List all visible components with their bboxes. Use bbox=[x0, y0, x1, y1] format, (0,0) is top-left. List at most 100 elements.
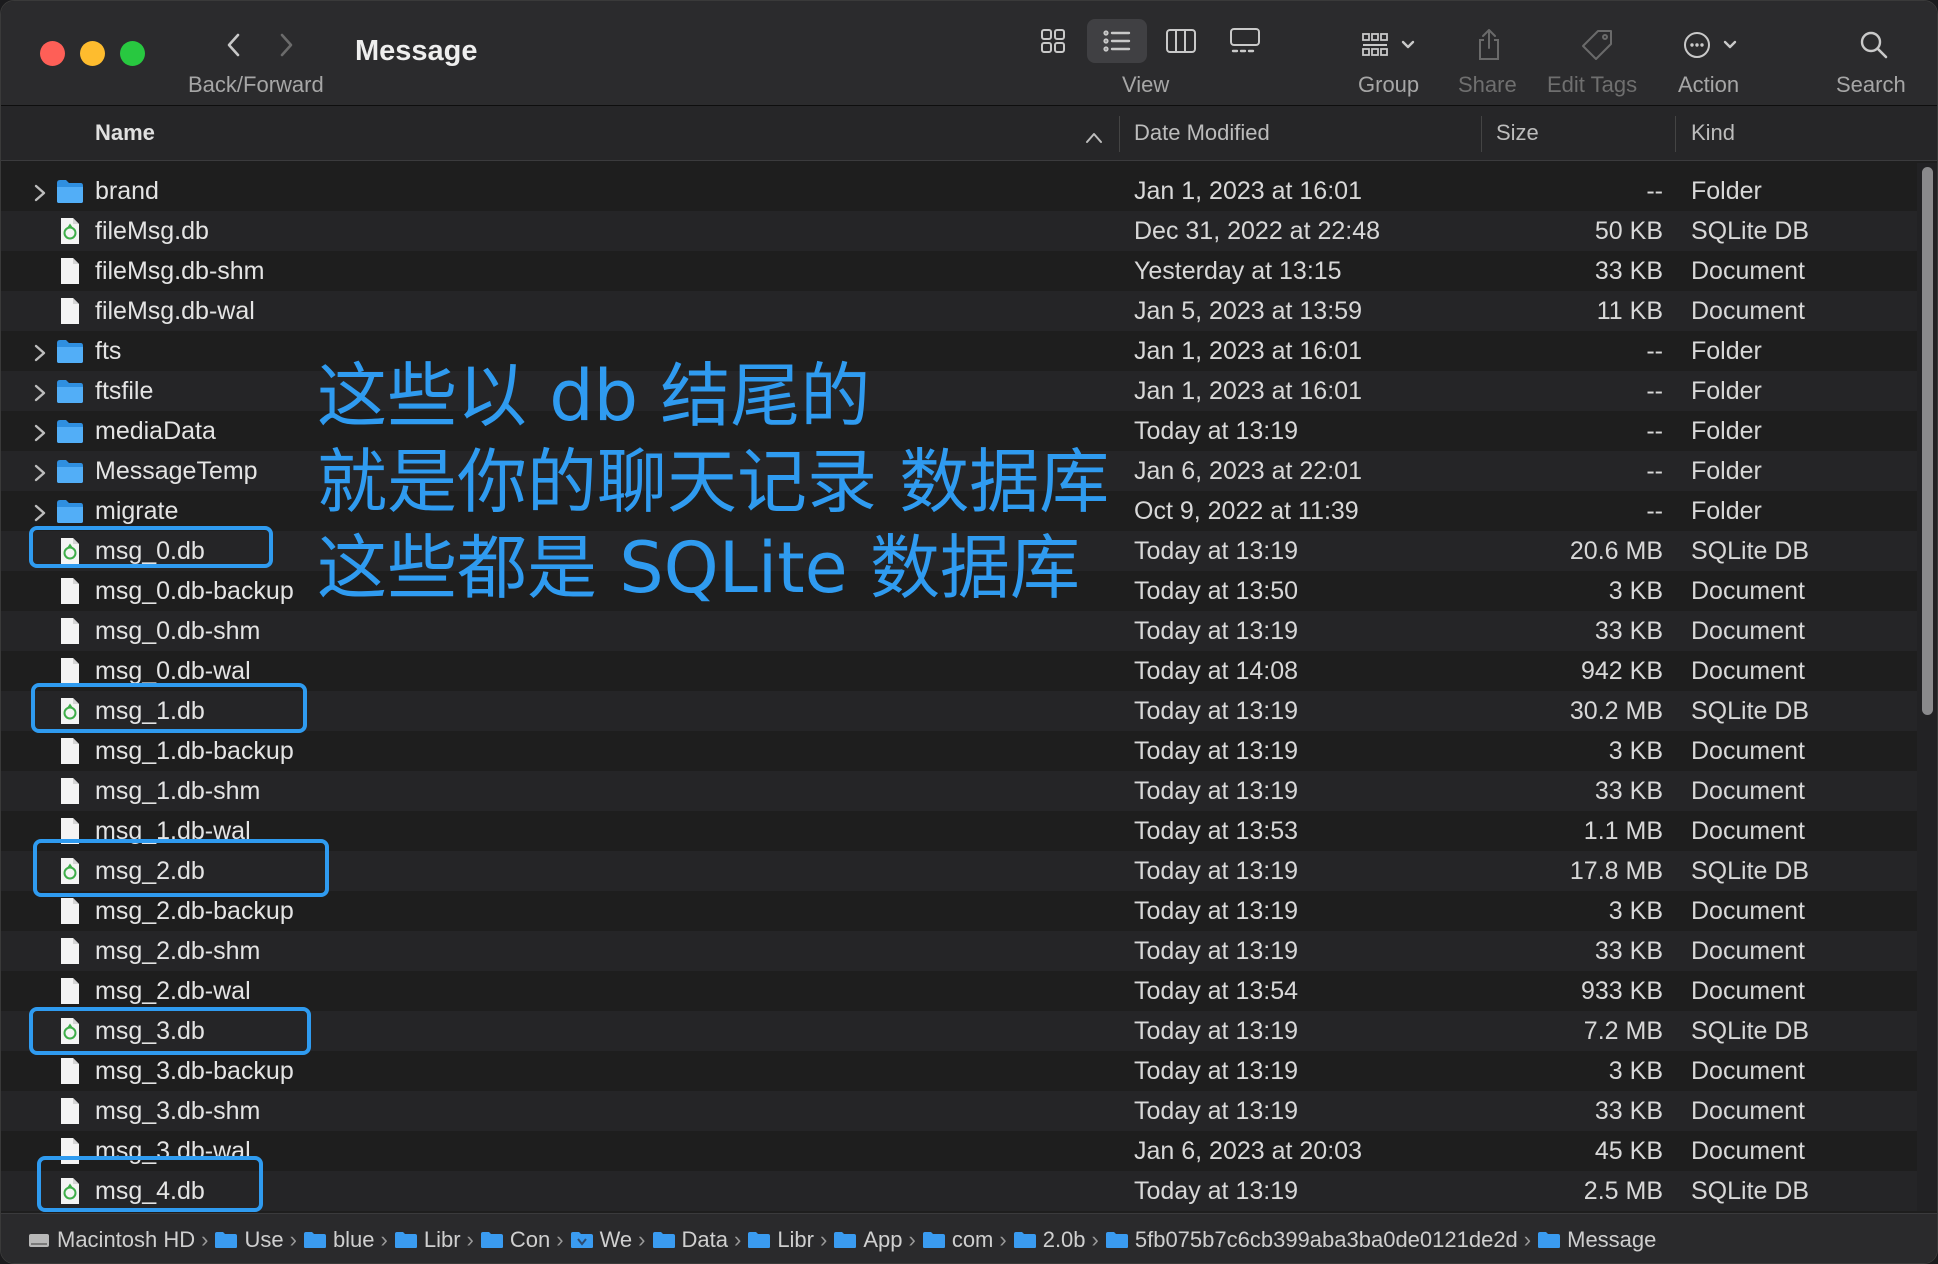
file-row[interactable]: msg_3.db-wal Jan 6, 2023 at 20:03 45 KB Doc… bbox=[1, 1131, 1919, 1171]
file-row[interactable]: brand Jan 1, 2023 at 16:01 -- Folder bbox=[1, 171, 1919, 211]
document-icon bbox=[55, 977, 85, 1005]
highlight-box-msg-0 bbox=[29, 526, 273, 568]
tag-icon bbox=[1582, 30, 1612, 60]
column-name-header[interactable]: Name bbox=[95, 120, 155, 146]
document-icon bbox=[55, 257, 85, 285]
file-row[interactable]: msg_2.db-backup Today at 13:19 3 KB Documen… bbox=[1, 891, 1919, 931]
folder-icon bbox=[55, 417, 85, 445]
disclosure-triangle-icon[interactable] bbox=[30, 341, 50, 362]
file-date-modified: Jan 6, 2023 at 22:01 bbox=[1134, 457, 1362, 485]
list-view-button[interactable] bbox=[1087, 19, 1147, 63]
back-button[interactable] bbox=[214, 25, 254, 65]
path-crumb[interactable]: blue › bbox=[303, 1227, 388, 1253]
path-crumb[interactable]: We › bbox=[570, 1227, 646, 1253]
file-size: 3 KB bbox=[1608, 1057, 1663, 1085]
file-name: fileMsg.db bbox=[95, 217, 209, 245]
file-row[interactable]: fileMsg.db Dec 31, 2022 at 22:48 50 KB SQLi… bbox=[1, 211, 1919, 251]
path-crumb-label: Libr bbox=[777, 1226, 814, 1252]
document-icon bbox=[55, 737, 85, 765]
column-divider[interactable] bbox=[1481, 116, 1482, 152]
path-crumb[interactable]: 2.0b › bbox=[1013, 1227, 1099, 1253]
group-button[interactable] bbox=[1356, 23, 1426, 67]
file-size: -- bbox=[1646, 457, 1663, 485]
folder-icon bbox=[1013, 1230, 1037, 1250]
document-icon bbox=[55, 1097, 85, 1125]
path-crumb-label: com bbox=[951, 1226, 994, 1252]
file-kind: Folder bbox=[1691, 457, 1762, 485]
file-kind: Document bbox=[1691, 617, 1805, 645]
file-size: -- bbox=[1646, 177, 1663, 205]
highlight-box-msg-4 bbox=[37, 1156, 263, 1212]
column-date-header[interactable]: Date Modified bbox=[1134, 120, 1270, 146]
view-label: View bbox=[1122, 72, 1170, 97]
file-kind: SQLite DB bbox=[1691, 697, 1810, 725]
minimize-window-button[interactable] bbox=[80, 41, 105, 66]
forward-button[interactable] bbox=[266, 25, 306, 65]
file-date-modified: Today at 13:19 bbox=[1134, 1177, 1299, 1205]
file-row[interactable]: msg_3.db-shm Today at 13:19 33 KB Document bbox=[1, 1091, 1919, 1131]
vertical-scrollbar[interactable] bbox=[1917, 163, 1937, 1211]
file-row[interactable]: msg_3.db-backup Today at 13:19 3 KB Documen… bbox=[1, 1051, 1919, 1091]
file-kind: SQLite DB bbox=[1691, 1177, 1810, 1205]
edit-tags-button[interactable] bbox=[1575, 23, 1619, 67]
file-kind: SQLite DB bbox=[1691, 217, 1810, 245]
highlight-box-msg-1 bbox=[31, 683, 307, 733]
path-crumb[interactable]: Libr › bbox=[394, 1227, 474, 1253]
file-row[interactable]: msg_2.db-wal Today at 13:54 933 KB Document bbox=[1, 971, 1919, 1011]
disclosure-triangle-icon[interactable] bbox=[30, 461, 50, 482]
file-kind: Document bbox=[1691, 977, 1805, 1005]
file-size: 33 KB bbox=[1594, 257, 1663, 285]
disclosure-triangle-icon[interactable] bbox=[30, 381, 50, 402]
column-view-button[interactable] bbox=[1151, 19, 1211, 63]
path-crumb[interactable]: Libr › bbox=[747, 1227, 827, 1253]
path-crumb[interactable]: com › bbox=[922, 1227, 1007, 1253]
share-button[interactable] bbox=[1471, 23, 1507, 67]
column-size-header[interactable]: Size bbox=[1496, 120, 1539, 146]
file-size: 20.6 MB bbox=[1569, 537, 1663, 565]
column-divider[interactable] bbox=[1119, 116, 1120, 152]
path-crumb-label: Libr bbox=[423, 1226, 461, 1252]
file-date-modified: Today at 13:19 bbox=[1134, 777, 1299, 805]
file-name: msg_1.db-backup bbox=[95, 737, 294, 765]
file-row[interactable]: fileMsg.db-shm Yesterday at 13:15 33 KB Doc… bbox=[1, 251, 1919, 291]
file-row[interactable]: msg_4.db Today at 13:19 2.5 MB SQLite DB bbox=[1, 1171, 1919, 1211]
file-row[interactable]: msg_2.db-shm Today at 13:19 33 KB Document bbox=[1, 931, 1919, 971]
column-kind-header[interactable]: Kind bbox=[1691, 120, 1735, 146]
path-crumb[interactable]: Use › bbox=[214, 1227, 297, 1253]
search-button[interactable] bbox=[1856, 23, 1892, 67]
disclosure-triangle-icon[interactable] bbox=[30, 421, 50, 442]
action-button[interactable] bbox=[1678, 23, 1748, 67]
file-row[interactable]: fileMsg.db-wal Jan 5, 2023 at 13:59 11 KB D… bbox=[1, 291, 1919, 331]
path-crumb-label: We bbox=[599, 1226, 633, 1252]
column-divider[interactable] bbox=[1675, 116, 1676, 152]
disclosure-triangle-icon[interactable] bbox=[30, 181, 50, 202]
path-crumb[interactable]: Message bbox=[1537, 1227, 1656, 1253]
chevron-right-icon bbox=[280, 33, 293, 57]
file-kind: Document bbox=[1691, 897, 1805, 925]
document-icon bbox=[55, 617, 85, 645]
sort-ascending-icon[interactable] bbox=[1085, 124, 1103, 150]
file-row[interactable]: msg_0.db-shm Today at 13:19 33 KB Document bbox=[1, 611, 1919, 651]
icon-view-button[interactable] bbox=[1023, 19, 1083, 63]
file-row[interactable]: msg_1.db-backup Today at 13:19 3 KB Documen… bbox=[1, 731, 1919, 771]
path-crumb[interactable]: App › bbox=[833, 1227, 916, 1253]
disk-icon bbox=[27, 1230, 51, 1250]
annotation-text: 这些以 db 结尾的 就是你的聊天记录 数据库 这些都是 SQLite 数据库 bbox=[317, 353, 1109, 611]
disclosure-triangle-icon[interactable] bbox=[30, 501, 50, 522]
scrollbar-thumb[interactable] bbox=[1922, 167, 1933, 715]
action-label: Action bbox=[1678, 72, 1740, 97]
file-name: msg_2.db-shm bbox=[95, 937, 261, 965]
close-window-button[interactable] bbox=[40, 41, 65, 66]
file-date-modified: Jan 1, 2023 at 16:01 bbox=[1134, 177, 1362, 205]
file-date-modified: Today at 13:53 bbox=[1134, 817, 1299, 845]
path-crumb[interactable]: 5fb075b7c6cb399aba3ba0de0121de2d › bbox=[1105, 1227, 1531, 1253]
gallery-view-button[interactable] bbox=[1215, 19, 1275, 63]
path-crumb[interactable]: Data › bbox=[652, 1227, 741, 1253]
columns-icon bbox=[1166, 29, 1196, 53]
path-crumb[interactable]: Macintosh HD › bbox=[27, 1227, 208, 1253]
path-crumb[interactable]: Con › bbox=[480, 1227, 564, 1253]
zoom-window-button[interactable] bbox=[120, 41, 145, 66]
file-name: msg_0.db-shm bbox=[95, 617, 261, 645]
highlight-box-msg-2 bbox=[33, 839, 329, 897]
file-row[interactable]: msg_1.db-shm Today at 13:19 33 KB Document bbox=[1, 771, 1919, 811]
